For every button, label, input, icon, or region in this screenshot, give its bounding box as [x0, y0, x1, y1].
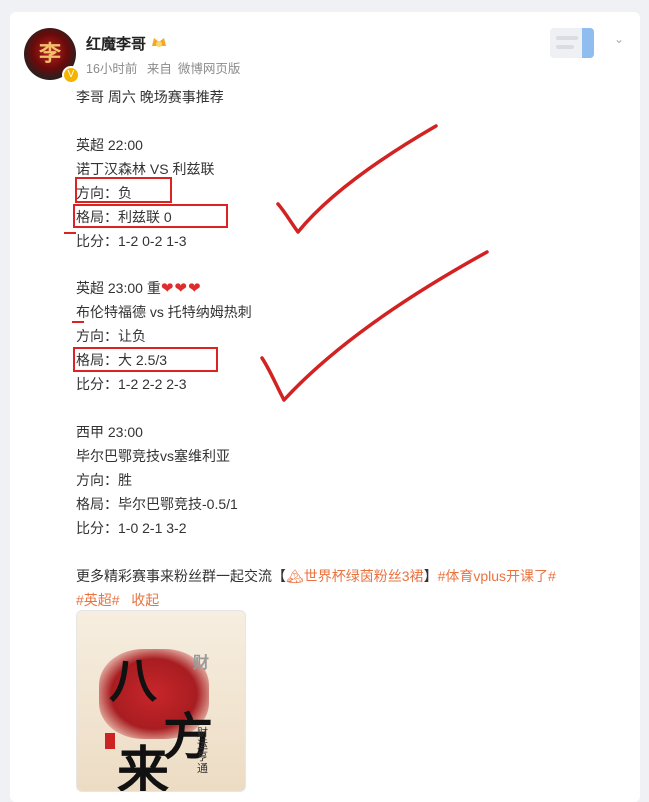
match-3-pattern: 格局：毕尔巴鄂竞技-0.5/1 — [76, 496, 238, 512]
calligraphy-char-1: 八 — [109, 653, 158, 709]
match-2-league-time: 英超 23:00 重❤❤❤ — [76, 278, 202, 298]
source-prefix: 来自 — [146, 62, 172, 76]
annotation-tick-2 — [72, 321, 84, 323]
heart-icon: ❤❤❤ — [160, 280, 202, 297]
match-2-league-time-text: 英超 23:00 重 — [76, 280, 161, 296]
promo-text: 更多精彩赛事来粉丝群一起交流【 — [76, 568, 286, 584]
chevron-down-icon[interactable]: ⌄ — [614, 32, 624, 46]
follow-button[interactable] — [550, 28, 594, 58]
calligraphy-signature: 财运亨通 — [197, 726, 208, 775]
verified-badge-icon: V — [62, 66, 80, 84]
medal-icon[interactable] — [150, 34, 168, 50]
collapse-link[interactable]: 收起 — [131, 592, 159, 608]
match-2-direction: 方向：让负 — [76, 328, 146, 344]
promo-close: 】 — [423, 568, 438, 584]
calligraphy-small-char: 财 — [193, 653, 210, 672]
hashtag-vplus[interactable]: #体育vplus开课了# — [438, 568, 556, 584]
match-1-score: 比分：1-2 0-2 1-3 — [76, 233, 187, 249]
post-source: 微博网页版 — [177, 62, 241, 76]
annotation-box-direction-1 — [75, 177, 172, 203]
promo-line: 更多精彩赛事来粉丝群一起交流【🏔世界杯绿茵粉丝3裙】#体育vplus开课了# — [76, 566, 556, 586]
annotation-box-pattern-2 — [73, 347, 218, 372]
match-1-teams: 诺丁汉森林 VS 利兹联 — [76, 161, 215, 177]
annotation-box-pattern-1 — [73, 204, 228, 228]
calligraphy-char-3: 来 — [117, 741, 170, 792]
post-title: 李哥 周六 晚场赛事推荐 — [76, 89, 224, 105]
match-3-score: 比分：1-0 2-1 3-2 — [76, 520, 187, 536]
author-name[interactable]: 红魔李哥 — [86, 33, 146, 54]
annotation-tick-1 — [64, 232, 76, 234]
red-seal-stamp — [105, 733, 115, 749]
match-2-score: 比分：1-2 2-2 2-3 — [76, 376, 187, 392]
match-3-teams: 毕尔巴鄂竞技vs塞维利亚 — [76, 448, 230, 464]
match-3-league-time: 西甲 23:00 — [76, 424, 143, 440]
promo-line-2: #英超# 收起 — [76, 590, 159, 610]
match-3-direction: 方向：胜 — [76, 472, 132, 488]
avatar-emblem: 李 — [38, 41, 61, 67]
hashtag-epl[interactable]: #英超# — [76, 592, 120, 608]
post-meta: 16小时前 来自 微博网页版 — [86, 58, 246, 77]
post-image-thumbnail[interactable]: 八 方 来 财 财运亨通 — [76, 610, 246, 792]
fan-group-link[interactable]: 🏔世界杯绿茵粉丝3裙 — [286, 568, 424, 584]
match-1-league-time: 英超 22:00 — [76, 137, 143, 153]
post-time[interactable]: 16小时前 — [86, 62, 137, 76]
match-2-teams: 布伦特福德 vs 托特纳姆热刺 — [76, 304, 252, 320]
